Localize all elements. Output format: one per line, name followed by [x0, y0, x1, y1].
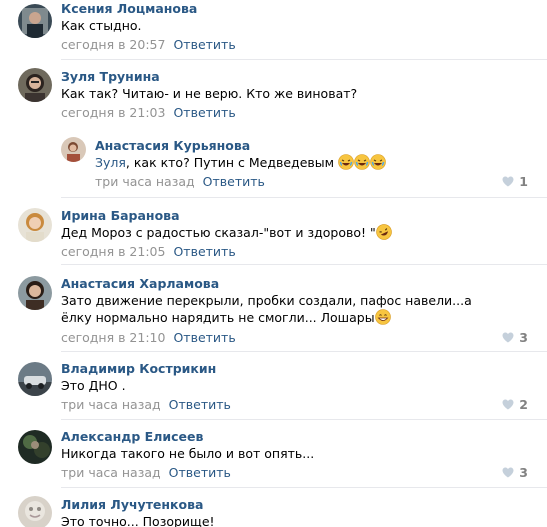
avatar[interactable] — [18, 208, 52, 242]
comment-time[interactable]: сегодня в 21:03 — [61, 105, 165, 120]
like-count: 3 — [519, 465, 528, 480]
comment-author[interactable]: Лилия Лучутенкова — [61, 497, 203, 512]
avatar[interactable] — [18, 276, 52, 310]
comment-text-body: Дед Мороз с радостью сказал-"вот и здоро… — [61, 225, 376, 240]
like-button[interactable]: 3 — [502, 330, 528, 345]
reply-link[interactable]: Ответить — [173, 244, 235, 259]
heart-icon — [502, 399, 514, 410]
avatar[interactable] — [18, 362, 52, 396]
like-count: 3 — [519, 330, 528, 345]
comment-meta: три часа назад Ответить — [61, 465, 231, 480]
heart-icon — [502, 332, 514, 343]
comment-text: Это точно... Позорище! — [61, 514, 215, 527]
separator — [61, 487, 547, 488]
comment-time[interactable]: три часа назад — [61, 397, 161, 412]
reply-link[interactable]: Ответить — [203, 174, 265, 189]
laughing-emoji-icon — [354, 154, 370, 174]
like-button[interactable]: 2 — [502, 397, 528, 412]
comment-meta: сегодня в 21:03 Ответить — [61, 105, 236, 120]
like-button[interactable]: 1 — [502, 174, 528, 189]
comment-meta: сегодня в 21:05 Ответить — [61, 244, 236, 259]
comment-author[interactable]: Ирина Баранова — [61, 208, 180, 223]
comment-author[interactable]: Владимир Кострикин — [61, 361, 216, 376]
avatar[interactable] — [18, 496, 52, 527]
comment-author[interactable]: Ксения Лоцманова — [61, 1, 197, 16]
reply-link[interactable]: Ответить — [169, 465, 231, 480]
comment-text: Это ДНО . — [61, 378, 126, 393]
comment-meta: сегодня в 20:57 Ответить — [61, 37, 236, 52]
comment-text: Никогда такого не было и вот опять... — [61, 446, 315, 461]
separator — [61, 351, 547, 352]
comment-text: Как так? Читаю- и не верю. Кто же винова… — [61, 86, 358, 101]
comment-text: Зуля, как кто? Путин с Медведевым — [95, 154, 495, 174]
reply-link[interactable]: Ответить — [169, 397, 231, 412]
heart-icon — [502, 467, 514, 478]
reply-link[interactable]: Ответить — [173, 105, 235, 120]
heart-icon — [502, 176, 514, 187]
comment-author[interactable]: Анастасия Харламова — [61, 276, 219, 291]
laughing-emoji-icon — [338, 154, 354, 174]
separator — [61, 197, 547, 198]
comment-text-body: Зато движение перекрыли, пробки создали,… — [61, 293, 472, 325]
comment-time[interactable]: сегодня в 20:57 — [61, 37, 165, 52]
comment-time[interactable]: три часа назад — [61, 465, 161, 480]
separator — [61, 59, 547, 60]
comment-meta: три часа назад Ответить — [95, 174, 265, 189]
comment-text: Зато движение перекрыли, пробки создали,… — [61, 292, 501, 329]
avatar[interactable] — [61, 137, 86, 162]
like-count: 1 — [519, 174, 528, 189]
separator — [61, 419, 547, 420]
comment-text-body: , как кто? Путин с Медведевым — [125, 155, 339, 170]
avatar[interactable] — [18, 4, 52, 38]
comment-meta: сегодня в 21:10 Ответить — [61, 330, 236, 345]
comment-text: Дед Мороз с радостью сказал-"вот и здоро… — [61, 224, 501, 244]
avatar[interactable] — [18, 430, 52, 464]
like-count: 2 — [519, 397, 528, 412]
comment-meta: три часа назад Ответить — [61, 397, 231, 412]
separator — [61, 264, 547, 265]
comment-time[interactable]: сегодня в 21:05 — [61, 244, 165, 259]
comment-author[interactable]: Анастасия Курьянова — [95, 138, 250, 153]
comment-author[interactable]: Зуля Трунина — [61, 69, 160, 84]
comment-author[interactable]: Александр Елисеев — [61, 429, 203, 444]
mention-link[interactable]: Зуля — [95, 155, 126, 170]
comment-time[interactable]: сегодня в 21:10 — [61, 330, 165, 345]
grin-emoji-icon — [374, 309, 391, 329]
reply-link[interactable]: Ответить — [173, 330, 235, 345]
like-button[interactable]: 3 — [502, 465, 528, 480]
comment-text: Как стыдно. — [61, 18, 142, 33]
avatar[interactable] — [18, 68, 52, 102]
rofl-emoji-icon — [375, 224, 392, 244]
laughing-emoji-icon — [370, 154, 386, 174]
comment-time[interactable]: три часа назад — [95, 174, 195, 189]
reply-link[interactable]: Ответить — [173, 37, 235, 52]
